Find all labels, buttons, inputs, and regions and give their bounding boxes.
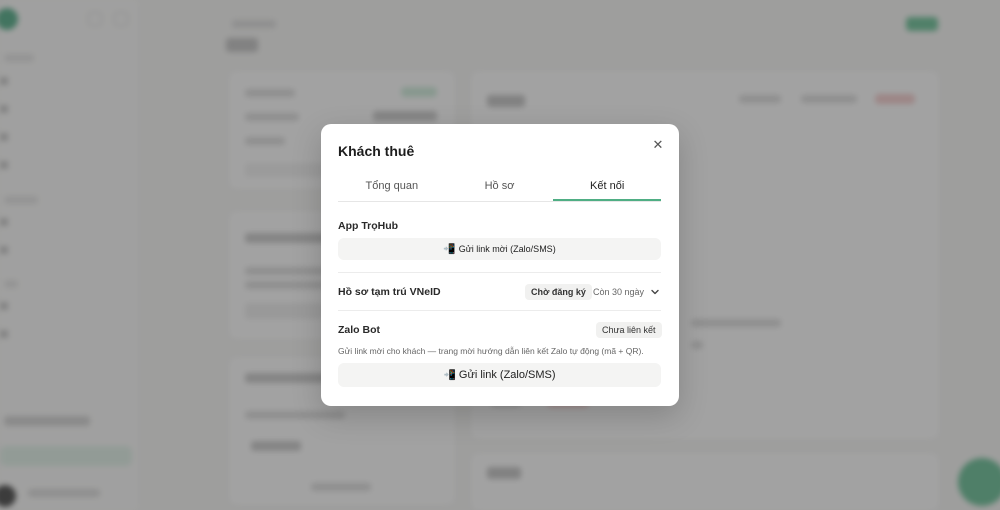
vneid-status-badge: Chờ đăng ký <box>525 284 592 300</box>
send-invite-link-label: Gửi link mời (Zalo/SMS) <box>458 244 556 254</box>
tab-profile[interactable]: Hồ sơ <box>446 172 554 201</box>
divider <box>338 272 661 273</box>
vneid-section-label: Hồ sơ tạm trú VNeID <box>338 286 441 298</box>
close-icon[interactable]: ✕ <box>651 138 665 152</box>
phone-arrow-icon: 📲 <box>443 370 456 381</box>
send-zalo-link-button[interactable]: 📲 Gửi link (Zalo/SMS) <box>338 363 661 387</box>
tenant-modal: Khách thuê ✕ Tổng quan Hồ sơ Kết nối App… <box>321 124 679 406</box>
app-section-label: App TrọHub <box>338 220 399 232</box>
divider <box>338 310 661 311</box>
zalo-section-label: Zalo Bot <box>338 324 380 336</box>
vneid-remaining-days: Còn 30 ngày <box>593 287 645 297</box>
tab-overview[interactable]: Tổng quan <box>338 172 446 201</box>
zalo-hint-text: Gửi link mời cho khách — trang mời hướng… <box>338 346 644 356</box>
modal-tabs: Tổng quan Hồ sơ Kết nối <box>338 172 662 202</box>
chevron-down-icon[interactable] <box>650 287 660 297</box>
tab-connections[interactable]: Kết nối <box>553 172 662 201</box>
send-zalo-link-label: Gửi link (Zalo/SMS) <box>458 369 556 381</box>
modal-title: Khách thuê <box>338 143 415 159</box>
phone-arrow-icon: 📲 <box>443 244 456 255</box>
send-invite-link-button[interactable]: 📲 Gửi link mời (Zalo/SMS) <box>338 238 661 260</box>
zalo-status-badge: Chưa liên kết <box>596 322 662 338</box>
